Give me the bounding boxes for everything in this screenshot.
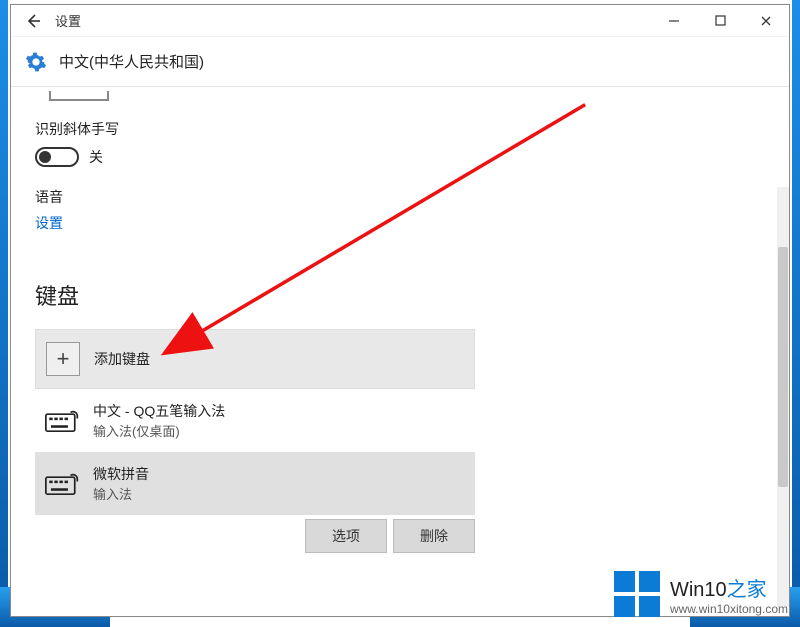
- window-title: 设置: [55, 11, 81, 30]
- arrow-left-icon: [25, 13, 41, 29]
- keyboard-item[interactable]: 微软拼音 输入法: [35, 452, 475, 515]
- wallpaper-edge: [792, 0, 800, 627]
- page-header: 中文(中华人民共和国): [11, 37, 789, 87]
- maximize-button[interactable]: [697, 5, 743, 37]
- window-controls: [651, 5, 789, 37]
- add-keyboard-label: 添加键盘: [94, 349, 150, 369]
- handwriting-toggle[interactable]: [35, 147, 79, 167]
- gear-icon: [25, 51, 47, 73]
- titlebar: 设置: [11, 5, 789, 37]
- keyboard-icon: [45, 472, 79, 496]
- content-area: 识别斜体手写 关 语音 设置 键盘 + 添加键盘: [11, 87, 789, 616]
- plus-icon: +: [46, 342, 80, 376]
- voice-settings-link[interactable]: 设置: [35, 213, 765, 233]
- settings-window: 设置 中文(中华人民共和国) 识别斜体手写 关: [10, 4, 790, 617]
- remove-button[interactable]: 删除: [393, 519, 475, 553]
- keyboard-actions: 选项 删除: [35, 519, 475, 553]
- handwriting-state: 关: [89, 147, 103, 167]
- keyboard-item-title: 中文 - QQ五笔输入法: [93, 401, 225, 421]
- keyboard-item[interactable]: 中文 - QQ五笔输入法 输入法(仅桌面): [35, 389, 475, 452]
- watermark-title: Win10之家: [670, 573, 788, 602]
- watermark: Win10之家 www.win10xitong.com: [608, 567, 794, 621]
- keyboard-icon: [45, 409, 79, 433]
- back-button[interactable]: [11, 5, 55, 37]
- wallpaper-edge: [0, 0, 8, 627]
- cropped-control-outline: [49, 91, 109, 101]
- keyboard-list: + 添加键盘 中文 - QQ五笔输入法 输入法(仅桌面): [35, 329, 475, 515]
- handwriting-label: 识别斜体手写: [35, 119, 765, 139]
- maximize-icon: [715, 15, 726, 26]
- minimize-icon: [668, 15, 680, 27]
- toggle-knob: [39, 151, 51, 163]
- options-button[interactable]: 选项: [305, 519, 387, 553]
- watermark-url: www.win10xitong.com: [670, 602, 788, 616]
- add-keyboard-button[interactable]: + 添加键盘: [35, 329, 475, 389]
- close-button[interactable]: [743, 5, 789, 37]
- keyboard-item-sub: 输入法(仅桌面): [93, 421, 225, 440]
- voice-label: 语音: [35, 187, 765, 207]
- keyboard-item-sub: 输入法: [93, 484, 149, 503]
- windows-logo-icon: [614, 571, 660, 617]
- page-title: 中文(中华人民共和国): [59, 51, 204, 72]
- handwriting-toggle-row: 关: [35, 147, 765, 167]
- keyboard-heading: 键盘: [35, 279, 765, 311]
- minimize-button[interactable]: [651, 5, 697, 37]
- keyboard-item-title: 微软拼音: [93, 464, 149, 484]
- scrollbar-thumb[interactable]: [778, 247, 788, 487]
- vertical-scrollbar[interactable]: [777, 187, 789, 607]
- voice-section: 语音 设置: [35, 187, 765, 233]
- close-icon: [760, 15, 772, 27]
